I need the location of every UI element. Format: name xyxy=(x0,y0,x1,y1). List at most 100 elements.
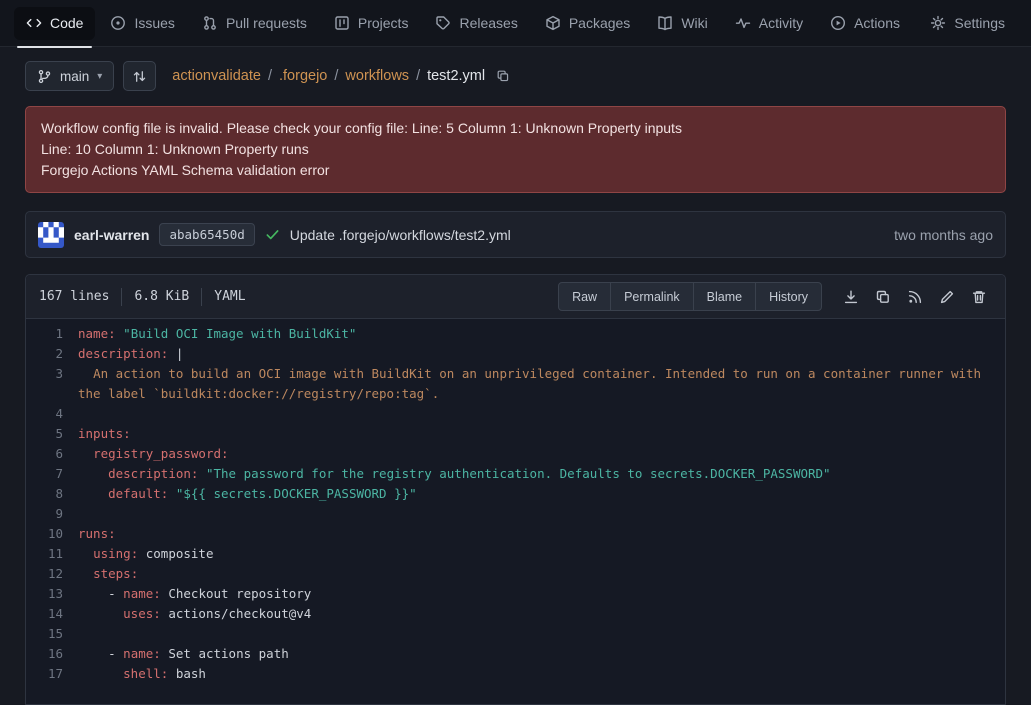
pencil-icon xyxy=(939,289,955,305)
line-number[interactable]: 15 xyxy=(26,624,78,644)
repo-tab-bar: Code Issues Pull requests Projects Relea… xyxy=(0,0,1031,47)
delete-file-button[interactable] xyxy=(966,284,992,310)
raw-button[interactable]: Raw xyxy=(558,282,611,311)
tab-projects[interactable]: Projects xyxy=(322,7,421,40)
code-token: steps: xyxy=(78,566,138,581)
line-number[interactable]: 10 xyxy=(26,524,78,544)
commit-status-check-icon[interactable] xyxy=(265,227,280,242)
breadcrumb-separator: / xyxy=(334,68,338,84)
code-line: 16 - name: Set actions path xyxy=(26,644,1005,664)
breadcrumb-repo-link[interactable]: actionvalidate xyxy=(172,68,261,84)
breadcrumb-dir-link[interactable]: .forgejo xyxy=(279,68,327,84)
breadcrumb: actionvalidate / .forgejo / workflows / … xyxy=(172,67,512,85)
code-line-content: uses: actions/checkout@v4 xyxy=(78,604,1005,624)
code-line-content: description: | xyxy=(78,344,1005,364)
commit-author[interactable]: earl-warren xyxy=(74,227,149,243)
divider xyxy=(201,288,202,306)
line-number[interactable]: 2 xyxy=(26,344,78,364)
file-language: YAML xyxy=(214,289,245,304)
copy-icon xyxy=(496,69,510,83)
code-token: shell: xyxy=(78,666,168,681)
line-number[interactable]: 14 xyxy=(26,604,78,624)
permalink-button[interactable]: Permalink xyxy=(610,282,694,311)
edit-file-button[interactable] xyxy=(934,284,960,310)
download-icon xyxy=(843,289,859,305)
code-lines: 1name: "Build OCI Image with BuildKit"2d… xyxy=(26,319,1005,704)
code-token: inputs: xyxy=(78,426,131,441)
code-token: name: xyxy=(123,586,161,601)
code-token: bash xyxy=(168,666,206,681)
tab-packages[interactable]: Packages xyxy=(533,7,642,40)
code-token: An action to build an OCI image with Bui… xyxy=(78,366,989,401)
breadcrumb-dir-link[interactable]: workflows xyxy=(345,68,409,84)
line-number[interactable]: 11 xyxy=(26,544,78,564)
tab-settings[interactable]: Settings xyxy=(918,7,1017,40)
download-button[interactable] xyxy=(838,284,864,310)
tab-code[interactable]: Code xyxy=(14,7,95,40)
tab-wiki[interactable]: Wiki xyxy=(645,7,719,40)
avatar[interactable] xyxy=(38,222,64,248)
pull-request-icon xyxy=(202,15,218,31)
tab-label: Actions xyxy=(854,15,900,31)
code-token: uses: xyxy=(78,606,161,621)
file-toolbar: main ▾ actionvalidate / .forgejo / workf… xyxy=(25,61,1006,91)
line-number[interactable]: 9 xyxy=(26,504,78,524)
pulse-icon xyxy=(735,15,751,31)
copy-content-button[interactable] xyxy=(870,284,896,310)
git-branch-icon xyxy=(37,69,52,84)
commit-hash-button[interactable]: abab65450d xyxy=(159,223,254,246)
code-token: name: xyxy=(78,326,116,341)
tab-issues[interactable]: Issues xyxy=(98,7,186,40)
line-number[interactable]: 6 xyxy=(26,444,78,464)
package-icon xyxy=(545,15,561,31)
project-board-icon xyxy=(334,15,350,31)
code-line: 11 using: composite xyxy=(26,544,1005,564)
code-line: 10runs: xyxy=(26,524,1005,544)
compare-icon xyxy=(132,69,147,84)
tab-releases[interactable]: Releases xyxy=(423,7,529,40)
tag-icon xyxy=(435,15,451,31)
branch-selector[interactable]: main ▾ xyxy=(25,61,114,91)
line-number[interactable]: 8 xyxy=(26,484,78,504)
tab-label: Wiki xyxy=(681,15,707,31)
code-token: "${{ secrets.DOCKER_PASSWORD }}" xyxy=(168,486,416,501)
code-line-content: name: "Build OCI Image with BuildKit" xyxy=(78,324,1005,344)
blame-button[interactable]: Blame xyxy=(693,282,756,311)
tab-label: Releases xyxy=(459,15,517,31)
code-token: "Build OCI Image with BuildKit" xyxy=(116,326,357,341)
code-token: default: xyxy=(78,486,168,501)
line-number[interactable]: 16 xyxy=(26,644,78,664)
code-line-content: registry_password: xyxy=(78,444,1005,464)
tab-activity[interactable]: Activity xyxy=(723,7,815,40)
line-number[interactable]: 5 xyxy=(26,424,78,444)
divider xyxy=(121,288,122,306)
code-token: registry_password: xyxy=(78,446,229,461)
code-line-content xyxy=(78,624,1005,644)
line-number[interactable]: 12 xyxy=(26,564,78,584)
breadcrumb-filename: test2.yml xyxy=(427,68,485,84)
code-line: 4 xyxy=(26,404,1005,424)
code-token: Set actions path xyxy=(161,646,289,661)
line-number[interactable]: 3 xyxy=(26,364,78,404)
line-number[interactable]: 13 xyxy=(26,584,78,604)
line-number[interactable]: 17 xyxy=(26,664,78,684)
line-number[interactable]: 7 xyxy=(26,464,78,484)
line-number[interactable]: 1 xyxy=(26,324,78,344)
line-number[interactable]: 4 xyxy=(26,404,78,424)
tab-actions[interactable]: Actions xyxy=(818,7,912,40)
history-button[interactable]: History xyxy=(755,282,822,311)
code-line: 1name: "Build OCI Image with BuildKit" xyxy=(26,324,1005,344)
play-circle-icon xyxy=(830,15,846,31)
tab-label: Issues xyxy=(134,15,174,31)
code-line: 14 uses: actions/checkout@v4 xyxy=(26,604,1005,624)
breadcrumb-separator: / xyxy=(416,68,420,84)
commit-message[interactable]: Update .forgejo/workflows/test2.yml xyxy=(290,227,511,243)
rss-feed-button[interactable] xyxy=(902,284,928,310)
compare-button[interactable] xyxy=(123,61,156,91)
code-line: 17 shell: bash xyxy=(26,664,1005,684)
tab-label: Projects xyxy=(358,15,409,31)
file-view-header: 167 lines 6.8 KiB YAML Raw Permalink Bla… xyxy=(26,275,1005,319)
tab-pull-requests[interactable]: Pull requests xyxy=(190,7,319,40)
copy-path-button[interactable] xyxy=(494,67,512,85)
tab-label: Activity xyxy=(759,15,803,31)
